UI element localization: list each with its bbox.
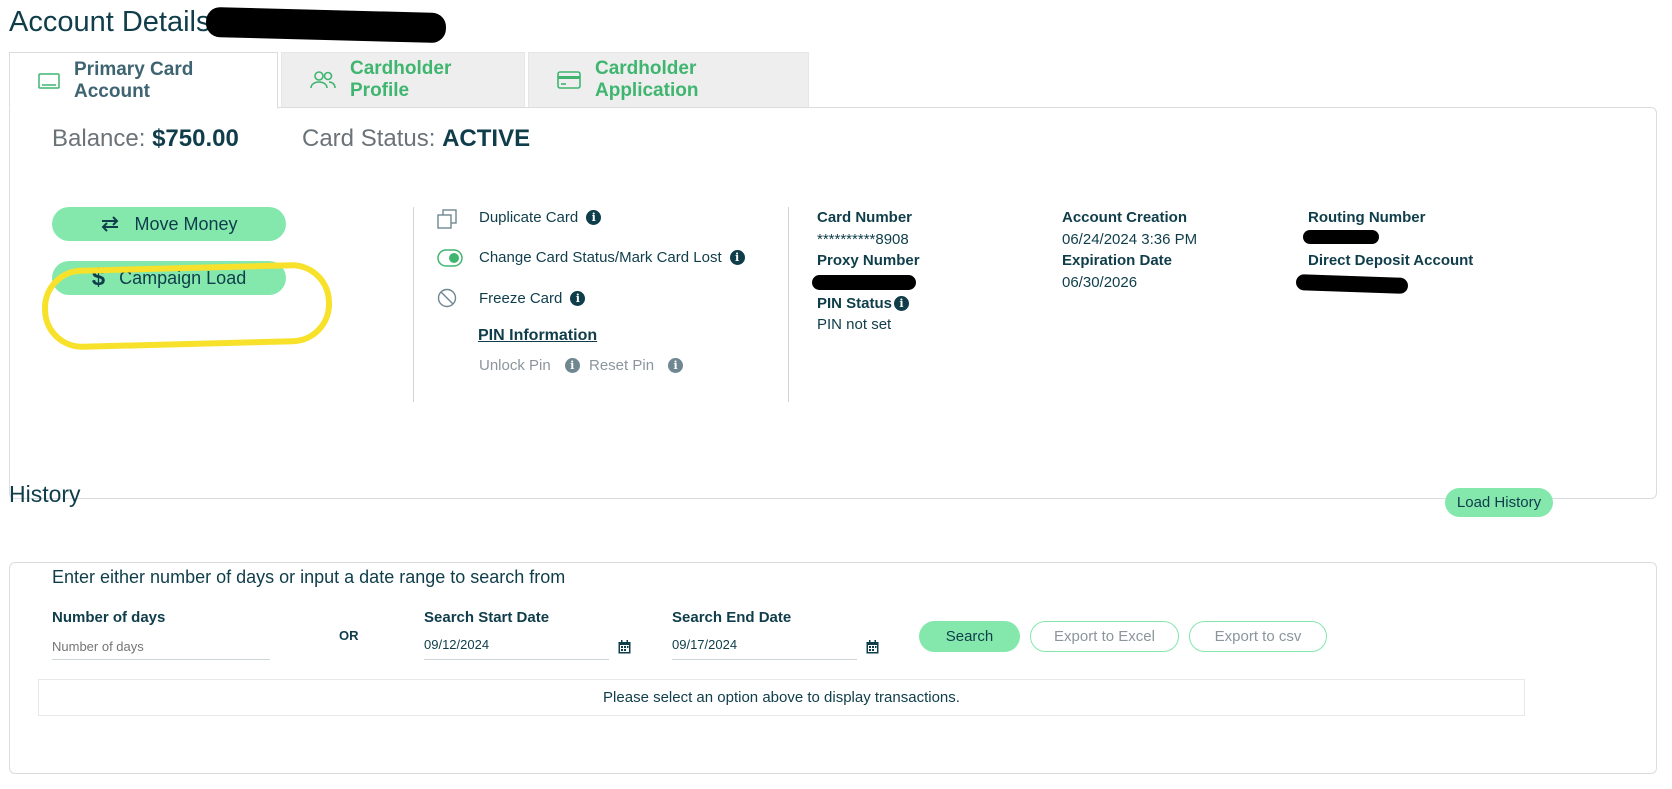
input-underline <box>424 659 609 660</box>
move-money-label: Move Money <box>134 213 238 234</box>
credit-card-icon <box>557 71 581 89</box>
unlock-pin-action[interactable]: Unlock Pin i <box>479 357 580 374</box>
search-end-date-label: Search End Date <box>672 609 792 626</box>
redacted-proxy-number <box>812 275 916 290</box>
info-icon[interactable]: i <box>564 358 580 373</box>
duplicate-card-icon <box>437 209 457 234</box>
transfer-arrows-icon <box>102 216 119 232</box>
tab-label: Cardholder Profile <box>350 58 452 101</box>
search-button[interactable]: Search <box>919 621 1020 652</box>
export-csv-label: Export to csv <box>1214 628 1302 645</box>
tab-label: Primary Card Account <box>74 58 194 102</box>
export-csv-button[interactable]: Export to csv <box>1189 621 1327 652</box>
redacted-routing-number <box>1303 230 1379 244</box>
info-icon[interactable]: i <box>586 210 602 225</box>
balance-value: $750.00 <box>152 125 239 152</box>
routing-number-label: Routing Number <box>1308 209 1426 226</box>
history-panel <box>9 562 1657 774</box>
card-status-value: ACTIVE <box>442 125 531 152</box>
card-number-value: **********8908 <box>817 231 909 248</box>
tab-cardholder-profile[interactable]: Cardholder Profile <box>281 52 525 108</box>
page-title: Account Details: <box>9 6 219 38</box>
info-icon[interactable]: i <box>668 358 684 373</box>
duplicate-card-action[interactable]: Duplicate Card i <box>479 209 602 226</box>
calendar-icon[interactable] <box>866 640 879 659</box>
or-separator: OR <box>339 628 359 643</box>
pin-status-value: PIN not set <box>817 316 892 333</box>
freeze-card-label: Freeze Card <box>479 290 563 307</box>
account-creation-value: 06/24/2024 3:36 PM <box>1062 231 1198 248</box>
divider <box>788 207 789 402</box>
history-instruction: Enter either number of days or input a d… <box>52 567 566 587</box>
duplicate-card-label: Duplicate Card <box>479 209 579 226</box>
transactions-notice-text: Please select an option above to display… <box>603 689 960 706</box>
search-start-date-label: Search Start Date <box>424 609 550 626</box>
freeze-card-action[interactable]: Freeze Card i <box>479 290 586 307</box>
number-of-days-label: Number of days <box>52 609 166 626</box>
users-icon <box>310 71 336 89</box>
pin-status-label: PIN Status <box>817 295 893 312</box>
divider <box>413 207 414 402</box>
proxy-number-label: Proxy Number <box>817 252 920 269</box>
change-card-status-action[interactable]: Change Card Status/Mark Card Lost i <box>479 249 745 266</box>
expiration-date-value: 06/30/2026 <box>1062 274 1138 291</box>
redacted-account-name <box>205 6 447 44</box>
yellow-highlight-annotation <box>40 261 334 351</box>
balance-label: Balance: <box>52 125 146 152</box>
reset-pin-action[interactable]: Reset Pin i <box>589 357 684 374</box>
history-title: History <box>9 481 81 507</box>
block-icon <box>437 288 457 313</box>
export-excel-label: Export to Excel <box>1054 628 1155 645</box>
info-icon[interactable]: i <box>729 250 745 265</box>
export-excel-button[interactable]: Export to Excel <box>1030 621 1179 652</box>
input-underline <box>52 659 270 660</box>
account-creation-label: Account Creation <box>1062 209 1188 226</box>
info-icon[interactable]: i <box>894 296 909 311</box>
pin-information-heading: PIN Information <box>478 327 598 344</box>
toggle-icon[interactable] <box>437 249 463 272</box>
tab-cardholder-application[interactable]: Cardholder Application <box>528 52 809 108</box>
balance-summary: Balance: $750.00 <box>52 125 239 153</box>
expiration-date-label: Expiration Date <box>1062 252 1173 269</box>
number-of-days-input[interactable] <box>52 636 270 656</box>
end-date-value[interactable]: 09/17/2024 <box>672 637 737 652</box>
card-status-label: Card Status: <box>302 125 436 152</box>
load-history-button[interactable]: Load History <box>1445 488 1553 517</box>
calendar-icon[interactable] <box>618 640 631 659</box>
card-status-summary: Card Status: ACTIVE <box>302 125 530 153</box>
card-outline-icon <box>38 72 60 89</box>
reset-pin-label: Reset Pin <box>589 357 655 374</box>
search-label: Search <box>945 628 994 645</box>
start-date-value[interactable]: 09/12/2024 <box>424 637 489 652</box>
info-icon[interactable]: i <box>570 291 586 306</box>
unlock-pin-label: Unlock Pin <box>479 357 551 374</box>
card-number-label: Card Number <box>817 209 913 226</box>
load-history-label: Load History <box>1456 494 1542 511</box>
transactions-notice: Please select an option above to display… <box>38 679 1525 716</box>
direct-deposit-label: Direct Deposit Account <box>1308 252 1474 269</box>
move-money-button[interactable]: Move Money <box>52 207 286 241</box>
tab-label: Cardholder Application <box>595 58 699 101</box>
change-card-status-label: Change Card Status/Mark Card Lost <box>479 249 722 266</box>
input-underline <box>672 659 857 660</box>
tab-primary-card-account[interactable]: Primary Card Account <box>9 52 278 109</box>
